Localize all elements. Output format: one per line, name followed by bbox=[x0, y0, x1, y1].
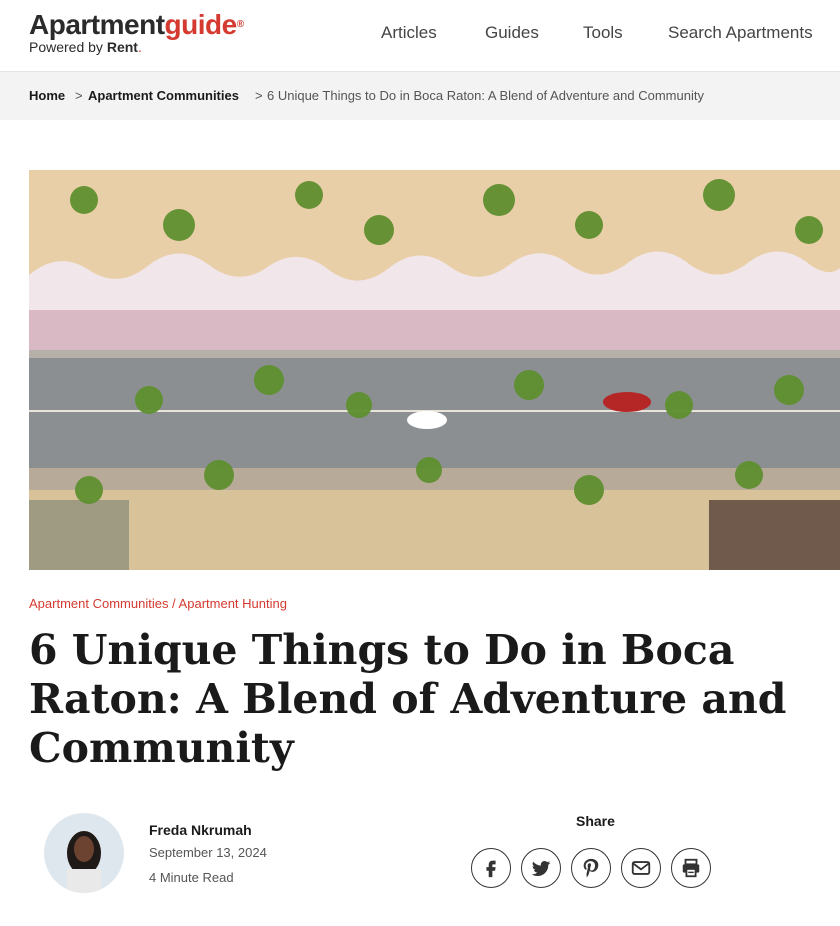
logo-text-guide: guide bbox=[164, 9, 238, 40]
publish-date: September 13, 2024 bbox=[149, 845, 267, 860]
pinterest-icon bbox=[583, 858, 599, 878]
breadcrumb-separator: > bbox=[255, 88, 263, 103]
print-icon bbox=[682, 858, 700, 878]
twitter-icon bbox=[531, 860, 551, 876]
hero-image bbox=[29, 170, 840, 570]
facebook-icon bbox=[486, 860, 496, 878]
logo-powered-by: Powered by bbox=[29, 39, 107, 55]
author-name[interactable]: Freda Nkrumah bbox=[149, 822, 252, 838]
nav-tools[interactable]: Tools bbox=[583, 23, 623, 43]
nav-articles[interactable]: Articles bbox=[381, 23, 437, 43]
apartmentguide-logo[interactable]: Apartmentguide® Powered by Rent. bbox=[29, 9, 244, 56]
breadcrumb: Home > Apartment Communities > 6 Unique … bbox=[0, 72, 840, 120]
author-avatar bbox=[44, 813, 124, 893]
logo-text-apartment: Apartment bbox=[29, 9, 165, 40]
share-twitter-button[interactable] bbox=[521, 848, 561, 888]
breadcrumb-home[interactable]: Home bbox=[29, 88, 65, 103]
print-button[interactable] bbox=[671, 848, 711, 888]
breadcrumb-apartment-communities[interactable]: Apartment Communities bbox=[88, 88, 239, 103]
site-header: Apartmentguide® Powered by Rent. Article… bbox=[0, 0, 840, 72]
logo-rent-dot: . bbox=[137, 39, 142, 55]
read-time: 4 Minute Read bbox=[149, 870, 234, 885]
share-pinterest-button[interactable] bbox=[571, 848, 611, 888]
article-title: 6 Unique Things to Do in Boca Raton: A B… bbox=[29, 626, 787, 772]
share-label: Share bbox=[576, 813, 615, 829]
nav-guides[interactable]: Guides bbox=[485, 23, 539, 43]
email-icon bbox=[631, 861, 651, 875]
logo-rent: Rent bbox=[106, 39, 138, 55]
breadcrumb-current: 6 Unique Things to Do in Boca Raton: A B… bbox=[267, 88, 704, 103]
breadcrumb-separator: > bbox=[75, 88, 83, 103]
nav-search-apartments[interactable]: Search Apartments bbox=[668, 23, 813, 43]
logo-registered-mark: ® bbox=[236, 19, 244, 30]
share-email-button[interactable] bbox=[621, 848, 661, 888]
share-facebook-button[interactable] bbox=[471, 848, 511, 888]
article-categories[interactable]: Apartment Communities / Apartment Huntin… bbox=[29, 596, 287, 611]
